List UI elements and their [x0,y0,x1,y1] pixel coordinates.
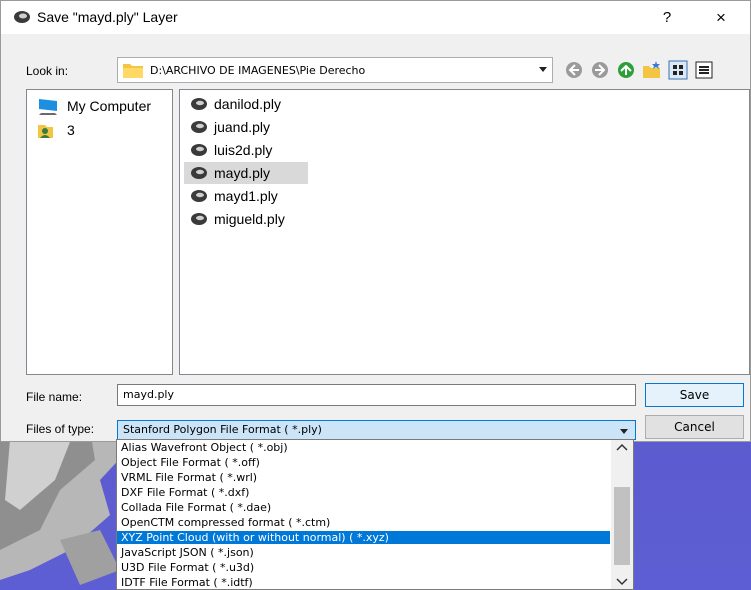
file-item[interactable]: mayd1.ply [184,185,308,207]
file-item[interactable]: migueld.ply [184,208,308,230]
chevron-down-icon [620,429,628,434]
file-item[interactable]: juand.ply [184,116,308,138]
list-view-icon[interactable] [668,60,688,80]
file-type-option[interactable]: IDTF File Format ( *.idtf) [117,576,610,589]
look-in-combo[interactable]: D:\ARCHIVO DE IMAGENES\Pie Derecho [117,57,553,83]
file-type-option[interactable]: JavaScript JSON ( *.json) [117,546,610,559]
file-name: migueld.ply [214,211,285,227]
user-folder-icon [38,125,53,138]
places-sidebar: My Computer 3 [26,89,173,375]
file-type-option-highlighted[interactable]: XYZ Point Cloud (with or without normal)… [117,531,610,544]
close-button[interactable]: × [701,6,741,30]
back-icon[interactable] [564,60,584,80]
scroll-thumb[interactable] [614,487,630,565]
forward-icon[interactable] [590,60,610,80]
save-dialog: Save "mayd.ply" Layer ? × Look in: D:\AR… [0,0,751,442]
file-type-option[interactable]: DXF File Format ( *.dxf) [117,486,610,499]
save-button[interactable]: Save [645,383,744,407]
meshlab-file-icon [191,121,207,133]
cancel-button[interactable]: Cancel [645,415,744,439]
chevron-down-icon[interactable] [611,573,633,589]
dropdown-scrollbar[interactable] [611,440,633,589]
up-folder-icon[interactable] [616,60,636,80]
file-type-option[interactable]: Object File Format ( *.off) [117,456,610,469]
place-label: My Computer [67,98,152,114]
file-name: juand.ply [214,119,271,135]
file-type-option[interactable]: Alias Wavefront Object ( *.obj) [117,441,610,454]
file-name: mayd.ply [214,165,271,181]
place-label: 3 [67,122,75,138]
chevron-down-icon [539,67,547,72]
meshlab-file-icon [191,213,207,225]
file-name-label: File name: [26,390,83,404]
file-name: mayd1.ply [214,188,278,204]
file-item[interactable]: luis2d.ply [184,139,308,161]
computer-icon [39,99,57,115]
file-type-option[interactable]: U3D File Format ( *.u3d) [117,561,610,574]
file-type-dropdown-list: Alias Wavefront Object ( *.obj) Object F… [116,439,634,590]
file-type-option[interactable]: VRML File Format ( *.wrl) [117,471,610,484]
look-in-label: Look in: [26,64,69,78]
folder-icon [123,64,143,78]
detail-view-icon[interactable] [694,60,714,80]
chevron-up-icon[interactable] [611,440,633,456]
file-name: danilod.ply [214,96,281,112]
file-item-selected[interactable]: mayd.ply [184,162,308,184]
file-type-option[interactable]: OpenCTM compressed format ( *.ctm) [117,516,610,529]
new-folder-icon[interactable] [642,60,662,80]
file-type-combo[interactable]: Stanford Polygon File Format ( *.ply) [117,420,636,440]
file-type-option[interactable]: Collada File Format ( *.dae) [117,501,610,514]
file-type-selected: Stanford Polygon File Format ( *.ply) [123,423,322,436]
look-in-path: D:\ARCHIVO DE IMAGENES\Pie Derecho [150,64,366,77]
meshlab-icon [14,11,30,23]
file-name-input[interactable]: mayd.ply [117,384,636,406]
file-type-label: Files of type: [26,422,95,436]
file-item[interactable]: danilod.ply [184,93,308,115]
meshlab-file-icon [191,98,207,110]
file-list: danilod.ply juand.ply luis2d.ply mayd.pl… [179,89,750,375]
meshlab-file-icon [191,190,207,202]
meshlab-file-icon [191,167,207,179]
meshlab-file-icon [191,144,207,156]
help-button[interactable]: ? [655,6,679,30]
file-name: luis2d.ply [214,142,273,158]
window-title: Save "mayd.ply" Layer [37,9,178,25]
title-bar: Save "mayd.ply" Layer ? × [1,1,750,34]
